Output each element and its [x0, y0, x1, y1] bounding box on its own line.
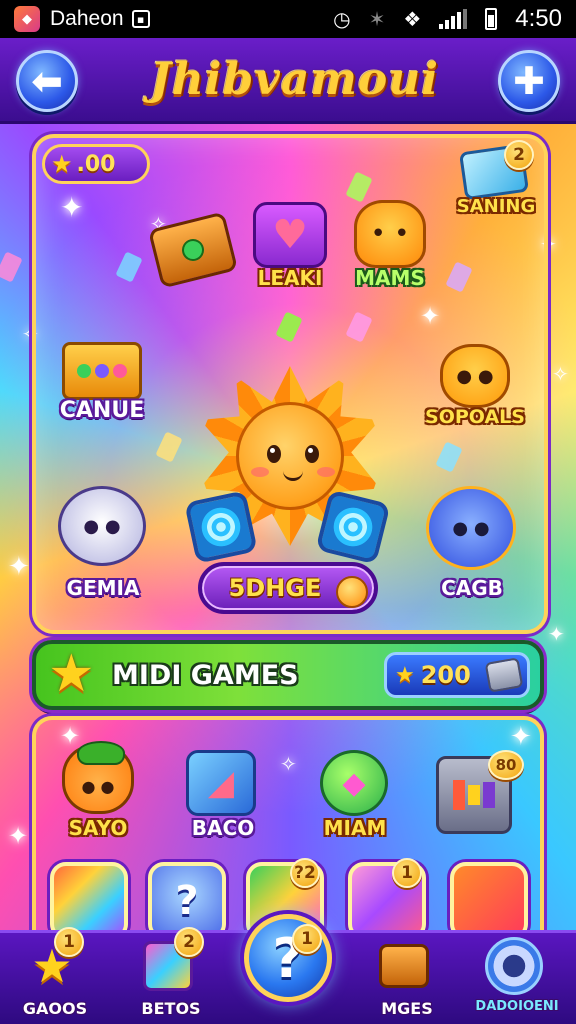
wifi-icon: ❖: [403, 7, 422, 31]
notification-badge: 2: [504, 140, 534, 170]
mini-game-miam[interactable]: ◆ MIAM: [300, 746, 410, 846]
floating-gem: [0, 251, 23, 283]
notification-badge: 1: [292, 924, 322, 954]
nav-item-label: DADOIOENI: [475, 999, 559, 1014]
mini-games-counter[interactable]: ★ 200: [384, 652, 530, 698]
featured-game-canue[interactable]: CANUE: [52, 336, 152, 436]
sun-mascot-icon: [236, 402, 344, 510]
nav-item-betos[interactable]: 2 BETOS: [116, 927, 226, 1024]
mini-game-label: BACO: [191, 816, 255, 840]
treasure-chest-icon: [147, 211, 239, 289]
blue-cat-character-icon: ● ●: [426, 486, 516, 570]
back-button[interactable]: ⬅: [16, 50, 78, 112]
featured-game-cagb[interactable]: ● ● CAGB: [414, 480, 530, 604]
star-icon: ★: [395, 662, 415, 688]
arrow-left-icon: ⬅: [31, 59, 63, 103]
center-play-button[interactable]: ?: [244, 914, 332, 1002]
add-button[interactable]: ✚: [498, 50, 560, 112]
notification-badge: 1: [54, 927, 84, 957]
notification-badge: 80: [488, 750, 524, 780]
mini-game-arcade[interactable]: 80: [432, 750, 528, 844]
notification-text: Daheon: [50, 7, 124, 30]
mini-game-label: SAYO: [68, 816, 128, 840]
featured-game-label: GEMIA: [66, 576, 140, 600]
nav-item-settings[interactable]: DADOIOENI: [462, 933, 572, 1024]
featured-game-leaki[interactable]: ♥ LEAKI: [245, 196, 335, 296]
featured-game-label: SANING: [456, 196, 536, 217]
mini-games-count: 200: [420, 661, 471, 689]
nav-item-label: MGES: [381, 999, 433, 1018]
notification-badge: 2: [174, 927, 204, 957]
notification-badge: ?2: [290, 858, 320, 888]
mute-icon: ✶: [368, 7, 386, 31]
featured-score-text: 5DHGE: [228, 574, 322, 602]
question-icon: ?: [175, 878, 199, 924]
game-title: Jhibvamoui: [150, 54, 439, 105]
mini-game-baco[interactable]: ◢ BACO: [178, 746, 268, 846]
featured-game-chest[interactable]: [147, 210, 240, 300]
featured-game-label: CANUE: [59, 398, 145, 423]
status-bar: ◆ Daheon ▪ ◷ ✶ ❖ 4:50: [0, 0, 576, 38]
sparkle-icon: ✧: [552, 362, 569, 386]
notification-badge: 1: [392, 858, 422, 888]
featured-game-sopoals[interactable]: ● ● SOPOALS: [420, 340, 530, 440]
featured-game-label: LEAKI: [257, 266, 323, 290]
mini-game-sayo[interactable]: ● ● SAYO: [48, 740, 148, 846]
featured-game-mams[interactable]: • • MAMS: [340, 196, 440, 296]
nav-item-mges[interactable]: MGES: [352, 933, 462, 1024]
coin-value: .00: [76, 151, 116, 177]
notification-badge-icon: ▪: [131, 10, 150, 28]
plus-icon: ✚: [513, 59, 545, 103]
treasure-box-icon: [374, 937, 434, 995]
nav-item-games[interactable]: ★ 1 GAOOS: [0, 927, 110, 1024]
mini-games-banner[interactable]: ★ MIDI GAMES ★ 200: [32, 640, 544, 710]
battery-icon: [485, 8, 498, 30]
bunny-character-icon: ● ●: [58, 486, 146, 566]
clock: 4:50: [515, 5, 562, 32]
featured-game-saning[interactable]: 2 SANING: [446, 140, 546, 226]
featured-game-label: SOPOALS: [425, 406, 525, 428]
featured-score-pill[interactable]: 5DHGE: [198, 562, 378, 614]
sparkle-icon: ✦: [8, 822, 29, 850]
heart-box-icon: ♥: [253, 202, 327, 268]
duck-character-icon: • •: [354, 200, 426, 268]
candy-castle-icon: [62, 342, 142, 400]
swirl-candy-icon: [184, 490, 258, 564]
header: ⬅ Jhibvamoui ✚: [0, 38, 576, 124]
signal-icon: [439, 9, 468, 29]
mini-games-title: MIDI GAMES: [112, 660, 299, 691]
coin-counter[interactable]: ★ .00: [42, 144, 150, 184]
nav-item-label: BETOS: [141, 999, 201, 1018]
sparkle-icon: ✦: [548, 622, 565, 646]
candy-ball-icon: ◆: [320, 750, 388, 816]
cat-character-icon: ● ●: [440, 344, 510, 408]
mini-game-tile-rocket[interactable]: [450, 862, 528, 940]
gear-icon: [484, 937, 544, 995]
sparkle-icon: ✦: [8, 552, 30, 582]
star-icon: ★: [51, 150, 73, 178]
featured-game-gemia[interactable]: ● ● GEMIA: [48, 480, 158, 604]
app-notification-icon: ◆: [14, 6, 40, 32]
featured-game-label: MAMS: [355, 266, 425, 290]
alarm-icon: ◷: [333, 7, 351, 31]
nav-item-label: GAOOS: [22, 999, 88, 1018]
fox-elf-icon: ● ●: [62, 741, 134, 814]
featured-game-label: CAGB: [441, 576, 503, 600]
film-reel-icon: [484, 657, 524, 693]
star-icon: ★: [48, 644, 95, 704]
potion-icon: [336, 576, 368, 608]
slice-icon: ◢: [186, 750, 256, 816]
mini-game-label: MIAM: [323, 816, 387, 840]
